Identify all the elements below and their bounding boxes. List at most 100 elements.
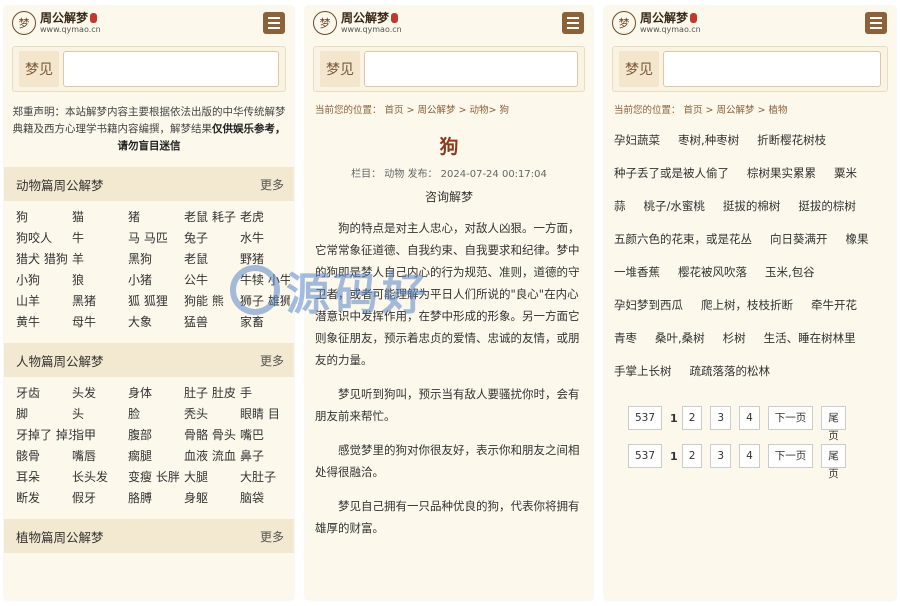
search-input[interactable]	[663, 51, 881, 87]
next-page-button[interactable]: 下一页	[767, 444, 814, 468]
dream-link[interactable]: 母牛	[72, 312, 128, 333]
dream-link[interactable]: 狼	[72, 270, 128, 291]
dream-link[interactable]: 指甲	[72, 425, 128, 446]
dream-link[interactable]: 黑猪	[72, 291, 128, 312]
dream-link[interactable]: 骨骼 骨头	[184, 425, 240, 446]
dream-link[interactable]: 狐 狐狸	[128, 291, 184, 312]
plant-tag-link[interactable]: 樱花被风吹落	[678, 256, 747, 289]
dream-link[interactable]: 牙齿	[16, 383, 72, 404]
dream-link[interactable]: 牙掉了 掉牙	[16, 425, 72, 446]
plant-tag-link[interactable]: 爬上树，枝枝折断	[701, 289, 793, 322]
plant-tag-link[interactable]: 玉米,包谷	[765, 256, 815, 289]
dream-link[interactable]: 小猪	[128, 270, 184, 291]
next-page-button[interactable]: 下一页	[767, 406, 814, 430]
dream-link[interactable]: 兔子	[184, 228, 240, 249]
dream-link[interactable]: 猛兽	[184, 312, 240, 333]
plant-tag-link[interactable]: 生活、睡在树林里	[764, 322, 856, 355]
plant-tag-link[interactable]: 桃子/水蜜桃	[644, 190, 705, 223]
plant-tag-link[interactable]: 折断樱花树枝	[757, 124, 826, 157]
page-link[interactable]: 2	[681, 406, 703, 430]
dream-link[interactable]: 血液 流血	[184, 446, 240, 467]
plant-tag-link[interactable]: 孕妇梦到西瓜	[614, 289, 683, 322]
dream-link[interactable]: 大腿	[184, 467, 240, 488]
dream-link[interactable]: 鼻子	[240, 446, 290, 467]
dream-link[interactable]: 脚	[16, 404, 72, 425]
dream-link[interactable]: 老鼠	[184, 249, 240, 270]
page-link[interactable]: 3	[710, 406, 732, 430]
dream-link[interactable]: 骸骨	[16, 446, 72, 467]
dream-link[interactable]: 狗	[16, 207, 72, 228]
last-page-button[interactable]: 尾页	[821, 406, 846, 442]
dream-link[interactable]: 马 马匹	[128, 228, 184, 249]
plant-tag-link[interactable]: 种子丢了或是被人偷了	[614, 157, 729, 190]
more-link[interactable]: 更多	[260, 528, 284, 545]
dream-link[interactable]: 手	[240, 383, 290, 404]
page-link[interactable]: 2	[681, 444, 703, 468]
dream-link[interactable]: 狗咬人	[16, 228, 72, 249]
menu-icon[interactable]	[263, 12, 285, 34]
plant-tag-link[interactable]: 向日葵满开	[770, 223, 828, 256]
plant-tag-link[interactable]: 棕树果实累累	[747, 157, 816, 190]
page-link[interactable]: 4	[739, 406, 760, 430]
dream-link[interactable]: 黑狗	[128, 249, 184, 270]
dream-link[interactable]: 脑袋	[240, 488, 290, 509]
dream-link[interactable]: 嘴巴	[240, 425, 290, 446]
page-link[interactable]: 4	[739, 444, 760, 468]
dream-link[interactable]: 头发	[72, 383, 128, 404]
plant-tag-link[interactable]: 手掌上长树	[614, 355, 672, 388]
dream-link[interactable]: 牛犊 小牛	[240, 270, 290, 291]
dream-link[interactable]: 肚子 肚皮	[184, 383, 240, 404]
dream-link[interactable]: 大象	[128, 312, 184, 333]
dream-link[interactable]: 假牙	[72, 488, 128, 509]
dream-link[interactable]: 大肚子	[240, 467, 290, 488]
breadcrumb[interactable]: 当前您的位置： 首页 > 周公解梦 > 植物	[604, 92, 896, 116]
menu-icon[interactable]	[562, 12, 584, 34]
plant-tag-link[interactable]: 挺拔的棕树	[798, 190, 856, 223]
dream-link[interactable]: 瘸腿	[128, 446, 184, 467]
last-page-button[interactable]: 尾页	[821, 444, 846, 480]
dream-link[interactable]: 眼睛 目	[240, 404, 290, 425]
dream-link[interactable]: 猫	[72, 207, 128, 228]
plant-tag-link[interactable]: 桑叶,桑树	[655, 322, 705, 355]
dream-link[interactable]: 水牛	[240, 228, 290, 249]
plant-tag-link[interactable]: 孕妇蔬菜	[614, 124, 660, 157]
dream-link[interactable]: 家畜	[240, 312, 290, 333]
dream-link[interactable]: 野猪	[240, 249, 290, 270]
dream-link[interactable]: 秃头	[184, 404, 240, 425]
dream-link[interactable]: 胳膊	[128, 488, 184, 509]
dream-link[interactable]: 嘴唇	[72, 446, 128, 467]
dream-link[interactable]: 脸	[128, 404, 184, 425]
dream-link[interactable]: 身躯	[184, 488, 240, 509]
search-input[interactable]	[364, 51, 578, 87]
dream-link[interactable]: 耳朵	[16, 467, 72, 488]
site-logo[interactable]: 梦 周公解梦 www.qymao.cn	[612, 11, 701, 35]
site-logo[interactable]: 梦 周公解梦 www.qymao.cn	[12, 11, 101, 35]
dream-link[interactable]: 狮子 雄狮	[240, 291, 290, 312]
dream-link[interactable]: 猪	[128, 207, 184, 228]
dream-link[interactable]: 断发	[16, 488, 72, 509]
menu-icon[interactable]	[865, 12, 887, 34]
dream-link[interactable]: 羊	[72, 249, 128, 270]
site-logo[interactable]: 梦 周公解梦 www.qymao.cn	[313, 11, 402, 35]
dream-link[interactable]: 牛	[72, 228, 128, 249]
dream-link[interactable]: 腹部	[128, 425, 184, 446]
dream-link[interactable]: 长头发	[72, 467, 128, 488]
plant-tag-link[interactable]: 青枣	[614, 322, 637, 355]
plant-tag-link[interactable]: 牵牛开花	[811, 289, 857, 322]
plant-tag-link[interactable]: 橡果	[846, 223, 869, 256]
dream-link[interactable]: 老鼠 耗子	[184, 207, 240, 228]
dream-link[interactable]: 猎犬 猎狗	[16, 249, 72, 270]
dream-link[interactable]: 老虎	[240, 207, 290, 228]
page-link[interactable]: 3	[710, 444, 732, 468]
dream-link[interactable]: 山羊	[16, 291, 72, 312]
dream-link[interactable]: 头	[72, 404, 128, 425]
more-link[interactable]: 更多	[260, 176, 284, 193]
search-input[interactable]	[63, 51, 279, 87]
breadcrumb[interactable]: 当前您的位置： 首页 > 周公解梦 > 动物> 狗	[305, 92, 593, 116]
plant-tag-link[interactable]: 五颜六色的花束，或是花丛	[614, 223, 752, 256]
plant-tag-link[interactable]: 粟米	[834, 157, 857, 190]
plant-tag-link[interactable]: 一堆香蕉	[614, 256, 660, 289]
dream-link[interactable]: 身体	[128, 383, 184, 404]
dream-link[interactable]: 变瘦 长胖	[128, 467, 184, 488]
more-link[interactable]: 更多	[260, 352, 284, 369]
